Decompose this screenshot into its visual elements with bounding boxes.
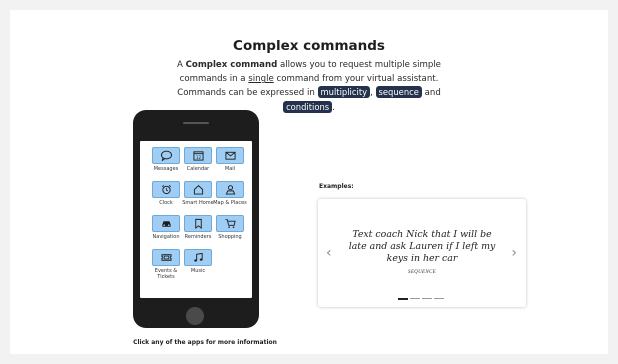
- alarm-clock-icon: [152, 181, 180, 198]
- app-navigation[interactable]: Navigation: [148, 215, 184, 240]
- intro-segment: .: [332, 102, 335, 113]
- phone-speaker: [183, 122, 209, 124]
- examples-carousel: ‹ Text coach Nick that I will be late an…: [318, 199, 526, 307]
- conditions-chip[interactable]: conditions: [283, 100, 333, 113]
- app-label: Calendar: [186, 166, 210, 172]
- example-type-tag: SEQUENCE: [408, 270, 436, 275]
- app-label: Messages: [153, 166, 179, 172]
- example-text: Text coach Nick that I will be late and …: [348, 229, 496, 264]
- house-icon: [184, 181, 212, 198]
- app-label: Mail: [224, 166, 236, 172]
- phone-home-button[interactable]: [186, 307, 204, 325]
- carousel-dot[interactable]: [434, 298, 444, 299]
- app-calendar[interactable]: 12 Calendar: [180, 147, 216, 172]
- app-music[interactable]: Music: [180, 249, 216, 274]
- app-events-tickets[interactable]: Events & Tickets: [148, 249, 184, 280]
- app-reminders[interactable]: Reminders: [180, 215, 216, 240]
- carousel-prev-button[interactable]: ‹: [326, 245, 332, 261]
- app-label: Smart Home: [182, 200, 214, 206]
- chat-bubble-icon: [152, 147, 180, 164]
- car-icon: [152, 215, 180, 232]
- carousel-indicators: [398, 298, 444, 300]
- phone-screen: Messages 12 Calendar Mail Clock Smart Ho…: [140, 141, 252, 298]
- calendar-date: 12: [195, 155, 201, 160]
- app-clock[interactable]: Clock: [148, 181, 184, 206]
- intro-segment: A: [177, 60, 186, 70]
- app-messages[interactable]: Messages: [148, 147, 184, 172]
- page-title: Complex commands: [233, 38, 385, 54]
- app-smart-home[interactable]: Smart Home: [180, 181, 216, 206]
- bookmark-icon: [184, 215, 212, 232]
- app-label: Events & Tickets: [154, 268, 178, 280]
- multiplicity-chip[interactable]: multiplicity: [317, 86, 371, 99]
- map-pin-icon: [216, 181, 244, 198]
- carousel-dot[interactable]: [410, 298, 420, 299]
- intro-segment: ,: [370, 88, 376, 99]
- app-label: Music: [190, 268, 206, 274]
- cart-icon: [216, 215, 244, 232]
- intro-bold: Complex command: [185, 60, 278, 70]
- phone-mockup: Messages 12 Calendar Mail Clock Smart Ho…: [133, 110, 259, 328]
- envelope-icon: [216, 147, 244, 164]
- music-note-icon: [184, 249, 212, 266]
- app-mail[interactable]: Mail: [212, 147, 248, 172]
- app-label: Navigation: [152, 234, 180, 240]
- intro-segment: and: [421, 88, 441, 99]
- app-shopping[interactable]: Shopping: [212, 215, 248, 240]
- carousel-dot[interactable]: [422, 298, 432, 299]
- app-label: Clock: [159, 200, 173, 206]
- examples-label: Examples:: [319, 183, 354, 190]
- app-label: Reminders: [184, 234, 212, 240]
- ticket-icon: [152, 249, 180, 266]
- intro-underline: single: [248, 74, 274, 85]
- app-map-places[interactable]: Map & Places: [212, 181, 248, 206]
- app-label: Map & Places: [213, 200, 247, 206]
- app-label: Shopping: [218, 234, 242, 240]
- calendar-icon: 12: [184, 147, 212, 164]
- intro-text: A Complex command allows you to request …: [160, 58, 458, 115]
- carousel-next-button[interactable]: ›: [511, 245, 517, 261]
- carousel-dot[interactable]: [398, 298, 408, 300]
- sequence-chip[interactable]: sequence: [375, 86, 422, 99]
- phone-caption: Click any of the apps for more informati…: [133, 339, 277, 346]
